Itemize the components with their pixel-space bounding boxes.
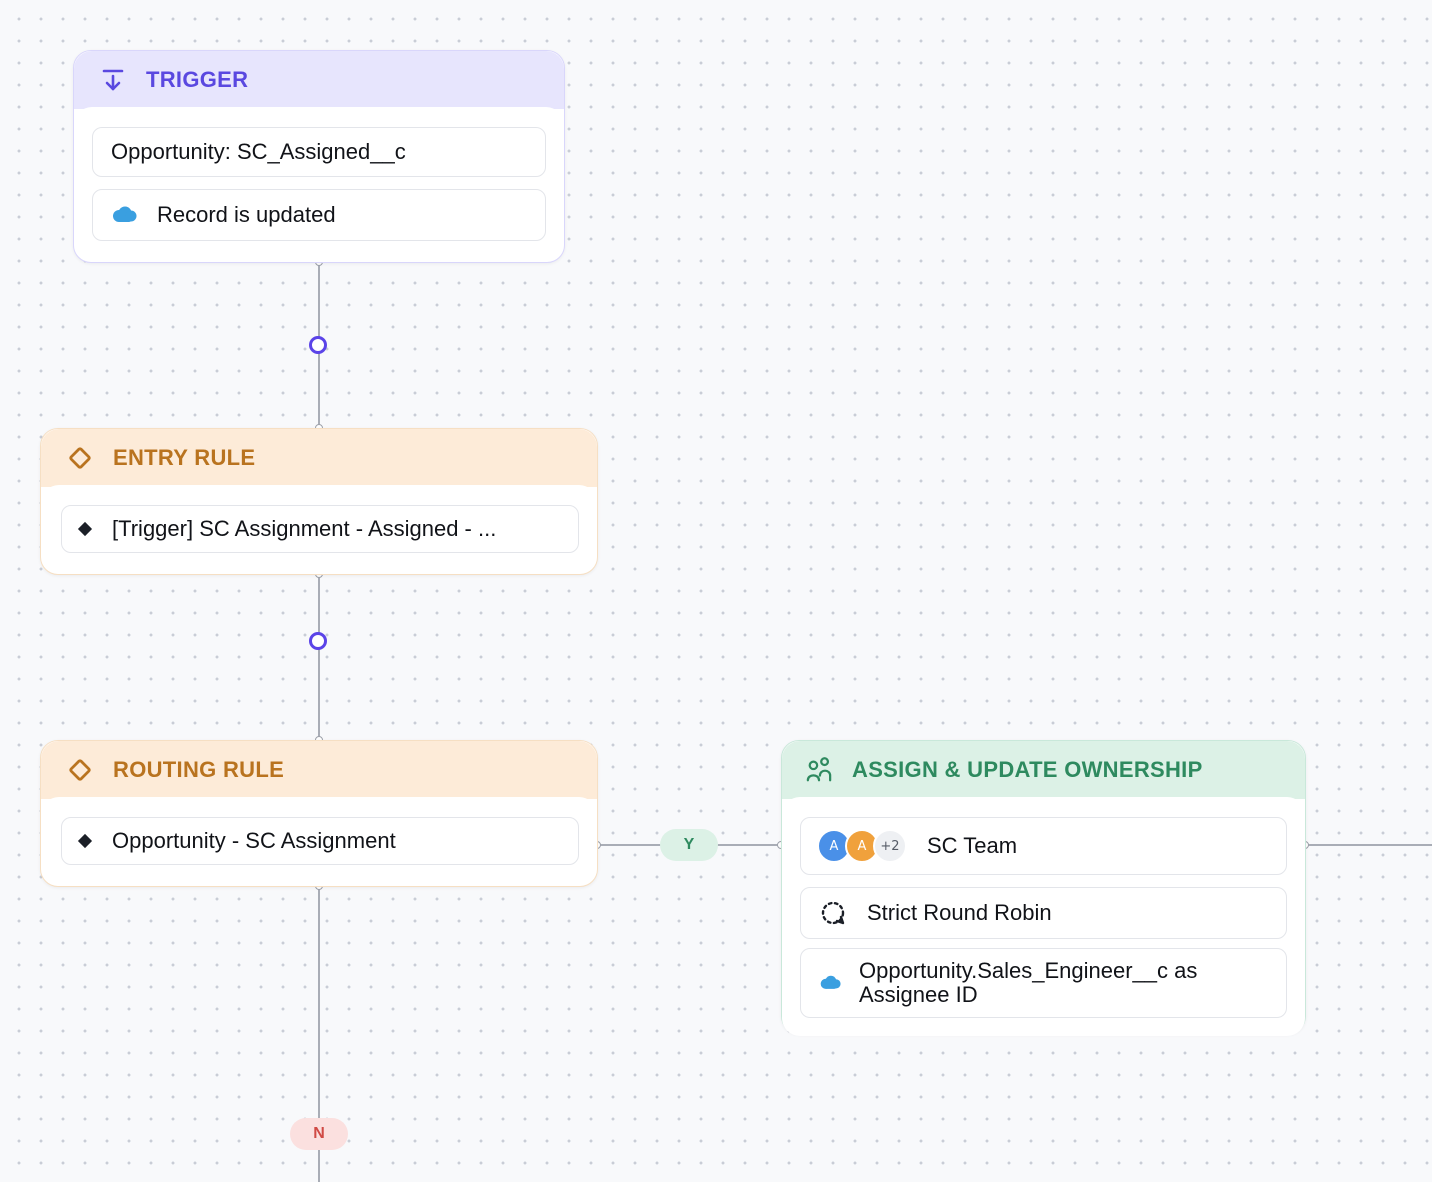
assign-assignee-line1: Opportunity.Sales_Engineer__c as bbox=[859, 958, 1198, 983]
assign-header: ASSIGN & UPDATE OWNERSHIP bbox=[782, 741, 1305, 799]
entry-rule-header: ENTRY RULE bbox=[41, 429, 597, 487]
trigger-object-field[interactable]: Opportunity: SC_Assigned__c bbox=[92, 127, 546, 177]
edge-assign-out bbox=[1306, 844, 1432, 846]
assign-assignee-text: Opportunity.Sales_Engineer__c as Assigne… bbox=[859, 959, 1197, 1007]
assign-assignee-line2: Assignee ID bbox=[859, 982, 978, 1007]
avatar-initial: A bbox=[857, 838, 867, 854]
trigger-event-text: Record is updated bbox=[157, 202, 336, 227]
avatar-initial: A bbox=[829, 838, 839, 854]
no-branch-pill: N bbox=[290, 1118, 348, 1150]
trigger-body: Opportunity: SC_Assigned__c Record is up… bbox=[74, 107, 564, 259]
assign-assignee-row[interactable]: Opportunity.Sales_Engineer__c as Assigne… bbox=[800, 948, 1287, 1018]
routing-rule-node[interactable]: ROUTING RULE Opportunity - SC Assignment bbox=[40, 740, 598, 887]
arrow-down-to-line-icon bbox=[100, 67, 126, 93]
assign-title: ASSIGN & UPDATE OWNERSHIP bbox=[852, 757, 1203, 782]
assign-team-name: SC Team bbox=[927, 833, 1018, 858]
diamond-bullet-icon bbox=[77, 521, 93, 537]
routing-rule-condition[interactable]: Opportunity - SC Assignment bbox=[61, 817, 579, 865]
assign-method-row[interactable]: Strict Round Robin bbox=[800, 887, 1287, 939]
diamond-outline-icon bbox=[67, 757, 93, 783]
add-step-connector[interactable] bbox=[309, 632, 327, 650]
entry-rule-title: ENTRY RULE bbox=[113, 445, 256, 470]
assign-body: A A +2 SC Team Strict Round Robin Opport… bbox=[782, 797, 1305, 1036]
no-branch-label: N bbox=[313, 1125, 325, 1142]
trigger-header: TRIGGER bbox=[74, 51, 564, 109]
entry-rule-condition[interactable]: [Trigger] SC Assignment - Assigned - ... bbox=[61, 505, 579, 553]
round-robin-icon bbox=[819, 899, 847, 927]
yes-branch-label: Y bbox=[683, 836, 695, 853]
salesforce-cloud-icon bbox=[819, 975, 841, 991]
routing-rule-condition-text: Opportunity - SC Assignment bbox=[112, 828, 396, 853]
routing-rule-title: ROUTING RULE bbox=[113, 757, 285, 782]
avatar-more-count: +2 bbox=[873, 829, 907, 863]
yes-branch-pill: Y bbox=[660, 829, 718, 861]
routing-rule-header: ROUTING RULE bbox=[41, 741, 597, 799]
assign-method-text: Strict Round Robin bbox=[867, 900, 1052, 925]
salesforce-cloud-icon bbox=[111, 206, 137, 224]
diamond-outline-icon bbox=[67, 445, 93, 471]
assign-node[interactable]: ASSIGN & UPDATE OWNERSHIP A A +2 SC Team bbox=[781, 740, 1306, 1036]
people-icon bbox=[806, 757, 832, 783]
assign-team-row[interactable]: A A +2 SC Team bbox=[800, 817, 1287, 875]
add-step-connector[interactable] bbox=[309, 336, 327, 354]
trigger-event[interactable]: Record is updated bbox=[92, 189, 546, 241]
diamond-bullet-icon bbox=[77, 833, 93, 849]
entry-rule-body: [Trigger] SC Assignment - Assigned - ... bbox=[41, 485, 597, 571]
trigger-object-field-text: Opportunity: SC_Assigned__c bbox=[111, 139, 406, 164]
avatar-more-text: +2 bbox=[880, 838, 900, 854]
entry-rule-node[interactable]: ENTRY RULE [Trigger] SC Assignment - Ass… bbox=[40, 428, 598, 575]
edge-entry-to-routing bbox=[318, 575, 320, 740]
avatar-group: A A +2 bbox=[817, 829, 907, 863]
entry-rule-condition-text: [Trigger] SC Assignment - Assigned - ... bbox=[112, 516, 497, 541]
routing-rule-body: Opportunity - SC Assignment bbox=[41, 797, 597, 883]
trigger-node[interactable]: TRIGGER Opportunity: SC_Assigned__c Reco… bbox=[73, 50, 565, 263]
trigger-title: TRIGGER bbox=[146, 67, 249, 92]
